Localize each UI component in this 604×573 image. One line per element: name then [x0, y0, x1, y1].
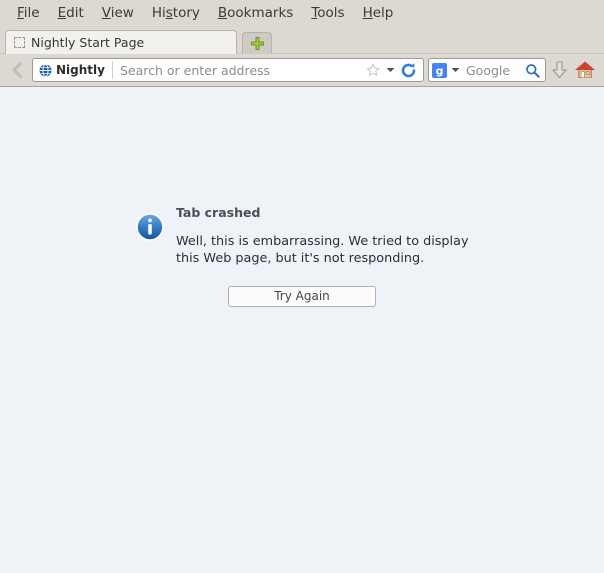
tab-strip: Nightly Start Page [0, 26, 604, 54]
crash-message: Well, this is embarrassing. We tried to … [176, 234, 469, 266]
menu-item-file[interactable]: File [8, 2, 49, 24]
try-again-container: Try Again [228, 285, 476, 307]
search-chevron-down-icon [451, 68, 460, 72]
crash-message-row: Tab crashed Well, this is embarrassing. … [136, 205, 476, 267]
navigation-toolbar: Nightly Search or enter address g Google [0, 53, 604, 87]
menu-item-tools[interactable]: Tools [302, 2, 353, 24]
search-input[interactable]: Google [460, 63, 522, 78]
bookmark-star-icon[interactable] [363, 60, 383, 80]
crash-title: Tab crashed [176, 205, 261, 220]
plus-icon [250, 37, 264, 50]
chevron-left-icon [12, 61, 23, 79]
menu-item-view[interactable]: View [93, 2, 143, 24]
address-bar-actions [363, 59, 423, 81]
google-g-icon: g [432, 62, 447, 78]
tab-nightly-start-page[interactable]: Nightly Start Page [5, 30, 237, 54]
reload-icon[interactable] [397, 59, 419, 81]
magnifier-icon[interactable] [522, 60, 542, 80]
page-content: Tab crashed Well, this is embarrassing. … [0, 87, 604, 573]
address-bar[interactable]: Nightly Search or enter address [32, 58, 424, 82]
chevron-down-icon[interactable] [383, 60, 397, 80]
downloads-button[interactable] [546, 57, 572, 83]
try-again-button[interactable]: Try Again [228, 286, 376, 307]
site-identity-box[interactable]: Nightly [33, 61, 113, 79]
search-bar[interactable]: g Google [428, 58, 546, 82]
home-icon [575, 61, 595, 78]
svg-text:g: g [436, 64, 444, 77]
menu-item-edit[interactable]: Edit [49, 2, 93, 24]
info-icon [136, 213, 164, 241]
globe-icon [39, 63, 52, 77]
search-engine-selector[interactable]: g [432, 62, 460, 78]
tab-title: Nightly Start Page [31, 35, 145, 50]
blank-favicon-placeholder-icon [14, 37, 25, 48]
identity-label: Nightly [56, 63, 105, 77]
back-button[interactable] [4, 57, 30, 83]
menu-item-help[interactable]: Help [354, 2, 403, 24]
download-arrow-icon [551, 61, 567, 79]
tab-crashed-notification: Tab crashed Well, this is embarrassing. … [136, 205, 476, 307]
new-tab-button[interactable] [242, 32, 272, 54]
crash-text-block: Tab crashed Well, this is embarrassing. … [176, 205, 476, 267]
menu-item-history[interactable]: History [143, 2, 209, 24]
menu-bar: File Edit View History Bookmarks Tools H… [0, 0, 604, 26]
home-button[interactable] [572, 57, 598, 83]
address-input[interactable]: Search or enter address [113, 63, 363, 78]
menu-item-bookmarks[interactable]: Bookmarks [209, 2, 302, 24]
browser-window: File Edit View History Bookmarks Tools H… [0, 0, 604, 573]
